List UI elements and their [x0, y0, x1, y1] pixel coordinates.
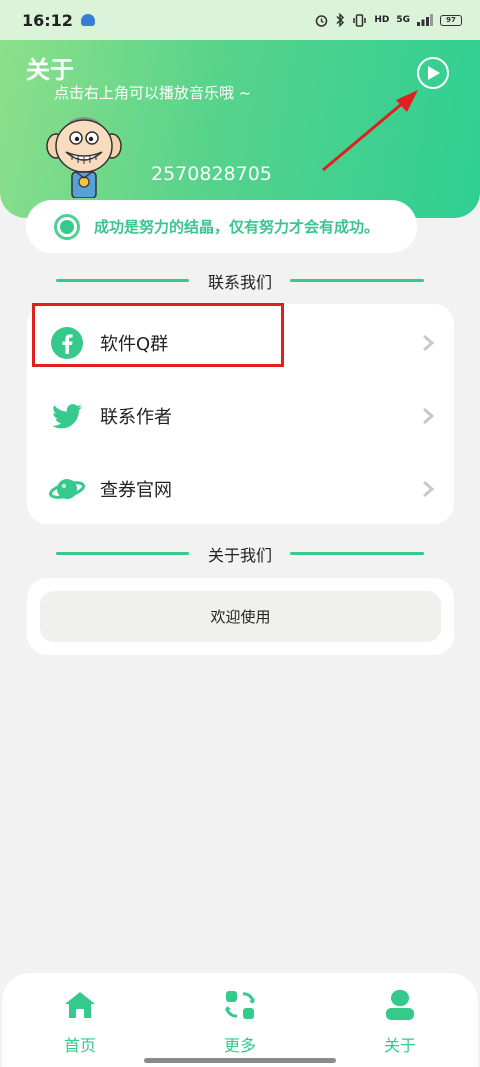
annotation-arrow: [322, 90, 418, 172]
tab-label: 更多: [223, 1036, 256, 1055]
planet-icon: [49, 479, 85, 499]
welcome-button[interactable]: 欢迎使用: [40, 591, 441, 642]
grid-refresh-icon: [225, 991, 255, 1019]
list-item-label: 查券官网: [100, 480, 172, 501]
chevron-right-icon: [423, 334, 435, 352]
list-item-coupon-site[interactable]: 查券官网: [27, 452, 454, 526]
motto-text: 成功是努力的结晶，仅有努力才会有成功。: [94, 218, 380, 236]
circle-dot-icon: [54, 213, 80, 240]
chevron-right-icon: [423, 480, 435, 498]
annotation-highlight-box: [32, 303, 284, 367]
tab-home[interactable]: 首页: [20, 973, 140, 1067]
list-item-contact-author[interactable]: 联系作者: [27, 379, 454, 453]
home-icon: [65, 992, 95, 1018]
user-icon: [386, 990, 414, 1020]
divider-right: [290, 279, 424, 282]
list-item-label: 联系作者: [100, 407, 172, 428]
divider-right: [290, 552, 424, 555]
tab-about[interactable]: 关于: [340, 973, 460, 1067]
about-section-title: 关于我们: [0, 541, 480, 565]
twitter-bird-icon: [52, 404, 82, 429]
motto-banner: 成功是努力的结晶，仅有努力才会有成功。: [26, 200, 417, 253]
tab-label: 关于: [383, 1036, 416, 1055]
about-card: 欢迎使用: [27, 578, 454, 655]
tab-label: 首页: [63, 1036, 96, 1055]
contact-section-title: 联系我们: [0, 268, 480, 292]
tab-more[interactable]: 更多: [180, 973, 300, 1067]
chevron-right-icon: [423, 407, 435, 425]
home-indicator[interactable]: [144, 1058, 336, 1063]
bottom-tab-bar: 首页 更多 关于: [2, 973, 478, 1067]
